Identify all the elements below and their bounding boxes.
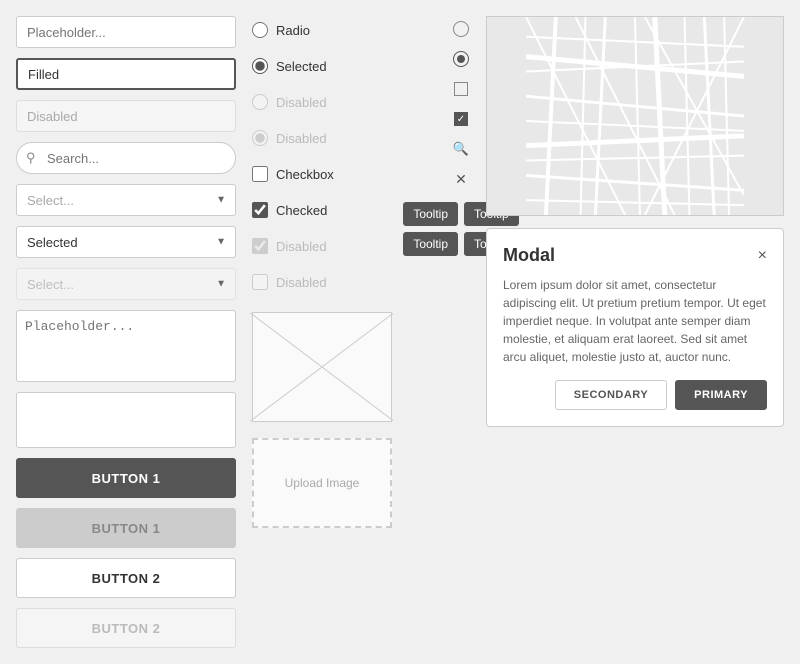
- icon-column: ✓ 🔍 ✕ Tooltip Tooltip Tooltip Tooltip: [436, 16, 486, 648]
- checked-row: Checked: [252, 196, 420, 224]
- modal-secondary-button[interactable]: SECONDARY: [555, 380, 667, 410]
- upload-image-box[interactable]: Upload Image: [252, 438, 392, 528]
- select-dropdown-selected[interactable]: Selected Option 1: [16, 226, 236, 258]
- disabled-radio-row-1: Disabled: [252, 88, 420, 116]
- selected-radio-row: Selected: [252, 52, 420, 80]
- checkbox-input[interactable]: [252, 166, 268, 182]
- select-dropdown-1[interactable]: Select... Option 1: [16, 184, 236, 216]
- search-icon-small: 🔍: [450, 138, 472, 160]
- modal-title: Modal: [503, 245, 555, 266]
- disabled-radio-1: [252, 94, 268, 110]
- button1-disabled: BUTTON 1: [16, 508, 236, 548]
- disabled-radio-row-2: Disabled: [252, 124, 420, 152]
- image-placeholder: [252, 312, 392, 422]
- modal-body: Lorem ipsum dolor sit amet, consectetur …: [503, 276, 767, 366]
- checked-label: Checked: [276, 203, 327, 218]
- disabled-input: [16, 100, 236, 132]
- disabled-check-1: [252, 238, 268, 254]
- disabled-radio-2: [252, 130, 268, 146]
- textarea-input[interactable]: [16, 310, 236, 382]
- disabled-radio-label-1: Disabled: [276, 95, 327, 110]
- radio-label: Radio: [276, 23, 310, 38]
- placeholder-input[interactable]: [16, 16, 236, 48]
- disabled-check-label-1: Disabled: [276, 239, 327, 254]
- modal-header: Modal ×: [503, 245, 767, 266]
- middle-column: Radio Selected Disabled Disabled Checkbo…: [236, 16, 436, 648]
- checkbox-row: Checkbox: [252, 160, 420, 188]
- radio-input[interactable]: [252, 22, 268, 38]
- filled-input[interactable]: [16, 58, 236, 90]
- disabled-radio-label-2: Disabled: [276, 131, 327, 146]
- upload-label: Upload Image: [285, 476, 360, 490]
- search-icon: ⚲: [26, 150, 36, 166]
- checkbox-empty-icon: [450, 78, 472, 100]
- button2-disabled: BUTTON 2: [16, 608, 236, 648]
- checkbox-checked-icon: ✓: [450, 108, 472, 130]
- select-wrapper-1: Select... Option 1 ▼: [16, 184, 236, 216]
- selected-radio-input[interactable]: [252, 58, 268, 74]
- disabled-check-row-2: Disabled: [252, 268, 420, 296]
- modal-primary-button[interactable]: PRIMARY: [675, 380, 767, 410]
- select-wrapper-selected: Selected Option 1 ▼: [16, 226, 236, 258]
- checkbox-label: Checkbox: [276, 167, 334, 182]
- tooltip-btn-3[interactable]: Tooltip: [403, 232, 458, 256]
- button1-primary[interactable]: BUTTON 1: [16, 458, 236, 498]
- modal-footer: SECONDARY PRIMARY: [503, 380, 767, 410]
- select-dropdown-disabled: Select...: [16, 268, 236, 300]
- select-wrapper-disabled: Select... ▼: [16, 268, 236, 300]
- empty-box: [16, 392, 236, 448]
- radio-empty-icon: [450, 18, 472, 40]
- radio-row: Radio: [252, 16, 420, 44]
- radio-filled-icon: [450, 48, 472, 70]
- button2-outline[interactable]: BUTTON 2: [16, 558, 236, 598]
- disabled-check-row-1: Disabled: [252, 232, 420, 260]
- x-icon: ✕: [450, 168, 472, 190]
- search-input[interactable]: [16, 142, 236, 174]
- modal-close-button[interactable]: ×: [758, 247, 767, 265]
- tooltip-btn-1[interactable]: Tooltip: [403, 202, 458, 226]
- disabled-check-2: [252, 274, 268, 290]
- map-box: [486, 16, 784, 216]
- disabled-check-label-2: Disabled: [276, 275, 327, 290]
- selected-radio-label: Selected: [276, 59, 327, 74]
- search-wrapper: ⚲: [16, 142, 236, 174]
- checked-input[interactable]: [252, 202, 268, 218]
- left-column: ⚲ Select... Option 1 ▼ Selected Option 1…: [16, 16, 236, 648]
- modal-box: Modal × Lorem ipsum dolor sit amet, cons…: [486, 228, 784, 427]
- right-column: Modal × Lorem ipsum dolor sit amet, cons…: [486, 16, 784, 648]
